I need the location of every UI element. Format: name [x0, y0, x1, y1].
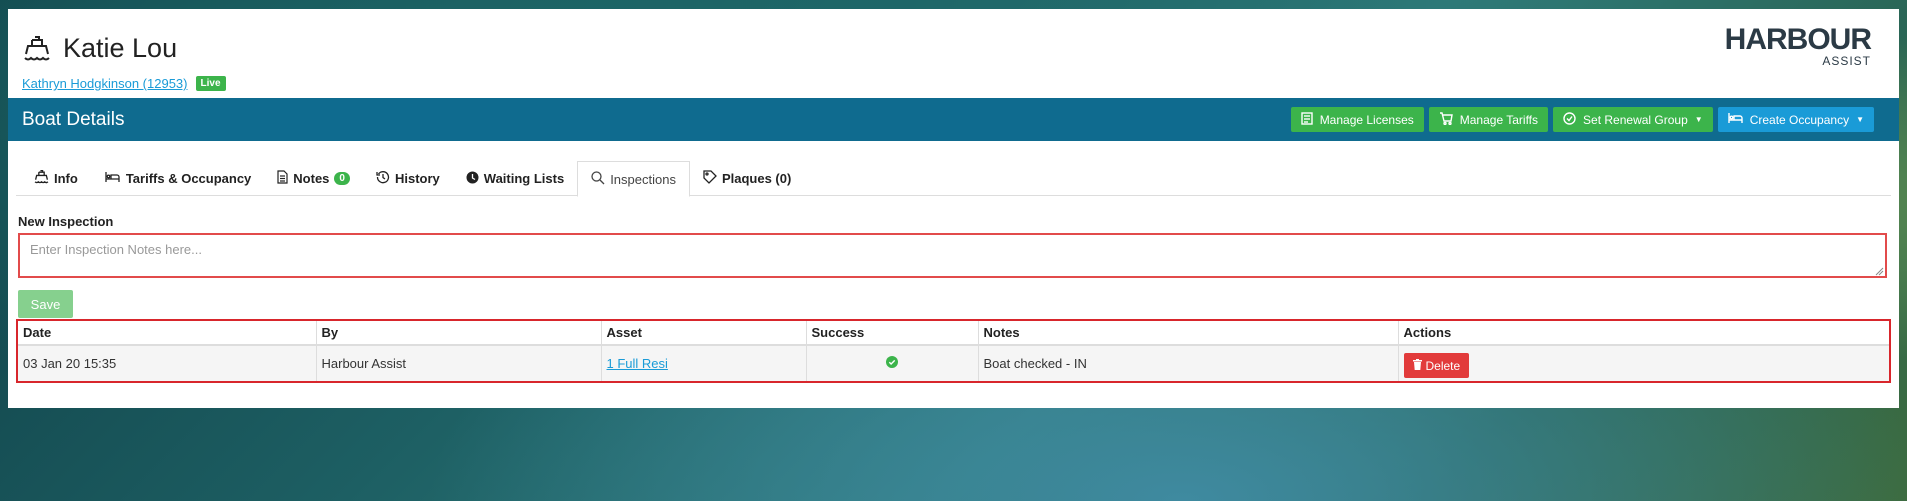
tab-info[interactable]: Info: [21, 161, 91, 196]
tab-tariffs-occupancy[interactable]: Tariffs & Occupancy: [91, 161, 264, 196]
cart-icon: [1439, 111, 1453, 128]
tab-tariffs-label: Tariffs & Occupancy: [125, 171, 252, 186]
clock-icon: [466, 171, 479, 187]
tab-waiting-lists[interactable]: Waiting Lists: [453, 161, 577, 196]
success-check-icon: [886, 356, 898, 371]
license-icon: [1300, 111, 1313, 128]
status-badge: Live: [195, 76, 226, 91]
manage-tariffs-label: Manage Tariffs: [1459, 112, 1539, 127]
search-icon: [591, 170, 605, 188]
set-renewal-group-label: Set Renewal Group: [1583, 112, 1688, 127]
column-header-success: Success: [806, 321, 979, 346]
tab-history-label: History: [394, 171, 440, 186]
boat-name: Katie Lou: [63, 33, 178, 63]
tab-notes-label: Notes: [293, 171, 330, 186]
create-occupancy-button[interactable]: Create Occupancy ▼: [1717, 107, 1874, 132]
notes-count-badge: 0: [334, 172, 350, 185]
harbour-assist-logo: HARBOUR ASSIST: [1724, 23, 1872, 68]
tab-inspections[interactable]: Inspections: [577, 161, 690, 197]
cell-asset: 1 Full Resi: [601, 345, 807, 381]
bed-icon: [104, 171, 121, 186]
tag-icon: [703, 170, 717, 187]
tab-info-label: Info: [54, 171, 78, 186]
boat-details-panel: Boat Details Manage Licenses Manage Tari…: [8, 98, 1899, 408]
tab-inspections-label: Inspections: [610, 171, 676, 187]
set-renewal-group-button[interactable]: Set Renewal Group ▼: [1553, 107, 1713, 132]
inspections-table: Date By Asset Success Notes Actions 03 J…: [18, 321, 1889, 381]
chevron-down-icon: ▼: [1694, 115, 1703, 124]
delete-label: Delete: [1425, 358, 1461, 373]
panel-title: Boat Details: [22, 108, 125, 130]
cell-notes: Boat checked - IN: [978, 345, 1399, 381]
table-header-row: Date By Asset Success Notes Actions: [18, 321, 1889, 346]
bed-icon: [1727, 112, 1743, 127]
asset-link[interactable]: 1 Full Resi: [607, 356, 668, 371]
owner-link[interactable]: Kathryn Hodgkinson (12953): [22, 76, 188, 91]
manage-licenses-label: Manage Licenses: [1319, 112, 1414, 127]
table-row: 03 Jan 20 15:35 Harbour Assist 1 Full Re…: [18, 345, 1889, 381]
logo-main-text: HARBOUR: [1724, 23, 1872, 56]
owner-line: Kathryn Hodgkinson (12953) Live: [22, 76, 226, 91]
document-icon: [277, 170, 288, 187]
cell-actions: Delete: [1398, 345, 1889, 381]
cell-success: [806, 345, 979, 381]
delete-button[interactable]: Delete: [1403, 353, 1470, 378]
column-header-actions: Actions: [1398, 321, 1889, 346]
inspection-notes-input[interactable]: [18, 233, 1887, 278]
check-circle-icon: [1563, 111, 1576, 128]
manage-tariffs-button[interactable]: Manage Tariffs: [1428, 107, 1549, 132]
history-icon: [376, 170, 390, 187]
chevron-down-icon: ▼: [1856, 115, 1864, 124]
resize-handle-icon[interactable]: [1875, 267, 1884, 276]
column-header-asset: Asset: [601, 321, 807, 346]
panel-header: Boat Details Manage Licenses Manage Tari…: [8, 98, 1899, 141]
inspections-table-box: Date By Asset Success Notes Actions 03 J…: [16, 319, 1891, 383]
tab-notes[interactable]: Notes 0: [264, 161, 363, 196]
boat-header: Katie Lou Kathryn Hodgkinson (12953) Liv…: [8, 9, 1899, 98]
tab-plaques-label: Plaques (0): [721, 171, 792, 186]
tab-waiting-lists-label: Waiting Lists: [483, 171, 565, 186]
column-header-date: Date: [18, 321, 317, 346]
boat-title: Katie Lou: [23, 33, 177, 64]
column-header-notes: Notes: [978, 321, 1399, 346]
new-inspection-label: New Inspection: [18, 214, 114, 229]
detail-tabs: Info Tariffs & Occupancy Notes 0 History: [16, 161, 1891, 197]
manage-licenses-button[interactable]: Manage Licenses: [1290, 107, 1424, 132]
save-button[interactable]: Save: [18, 290, 73, 318]
header-actions: Manage Licenses Manage Tariffs Set Renew…: [1290, 107, 1874, 132]
logo-sub-text: ASSIST: [1822, 54, 1871, 68]
cell-date: 03 Jan 20 15:35: [18, 345, 317, 381]
tab-plaques[interactable]: Plaques (0): [690, 161, 804, 196]
cell-by: Harbour Assist: [316, 345, 602, 381]
tab-history[interactable]: History: [363, 161, 453, 196]
boat-icon: [34, 169, 49, 187]
boat-icon: [23, 35, 51, 62]
create-occupancy-label: Create Occupancy: [1749, 112, 1850, 127]
column-header-by: By: [316, 321, 602, 346]
trash-icon: [1412, 358, 1422, 373]
